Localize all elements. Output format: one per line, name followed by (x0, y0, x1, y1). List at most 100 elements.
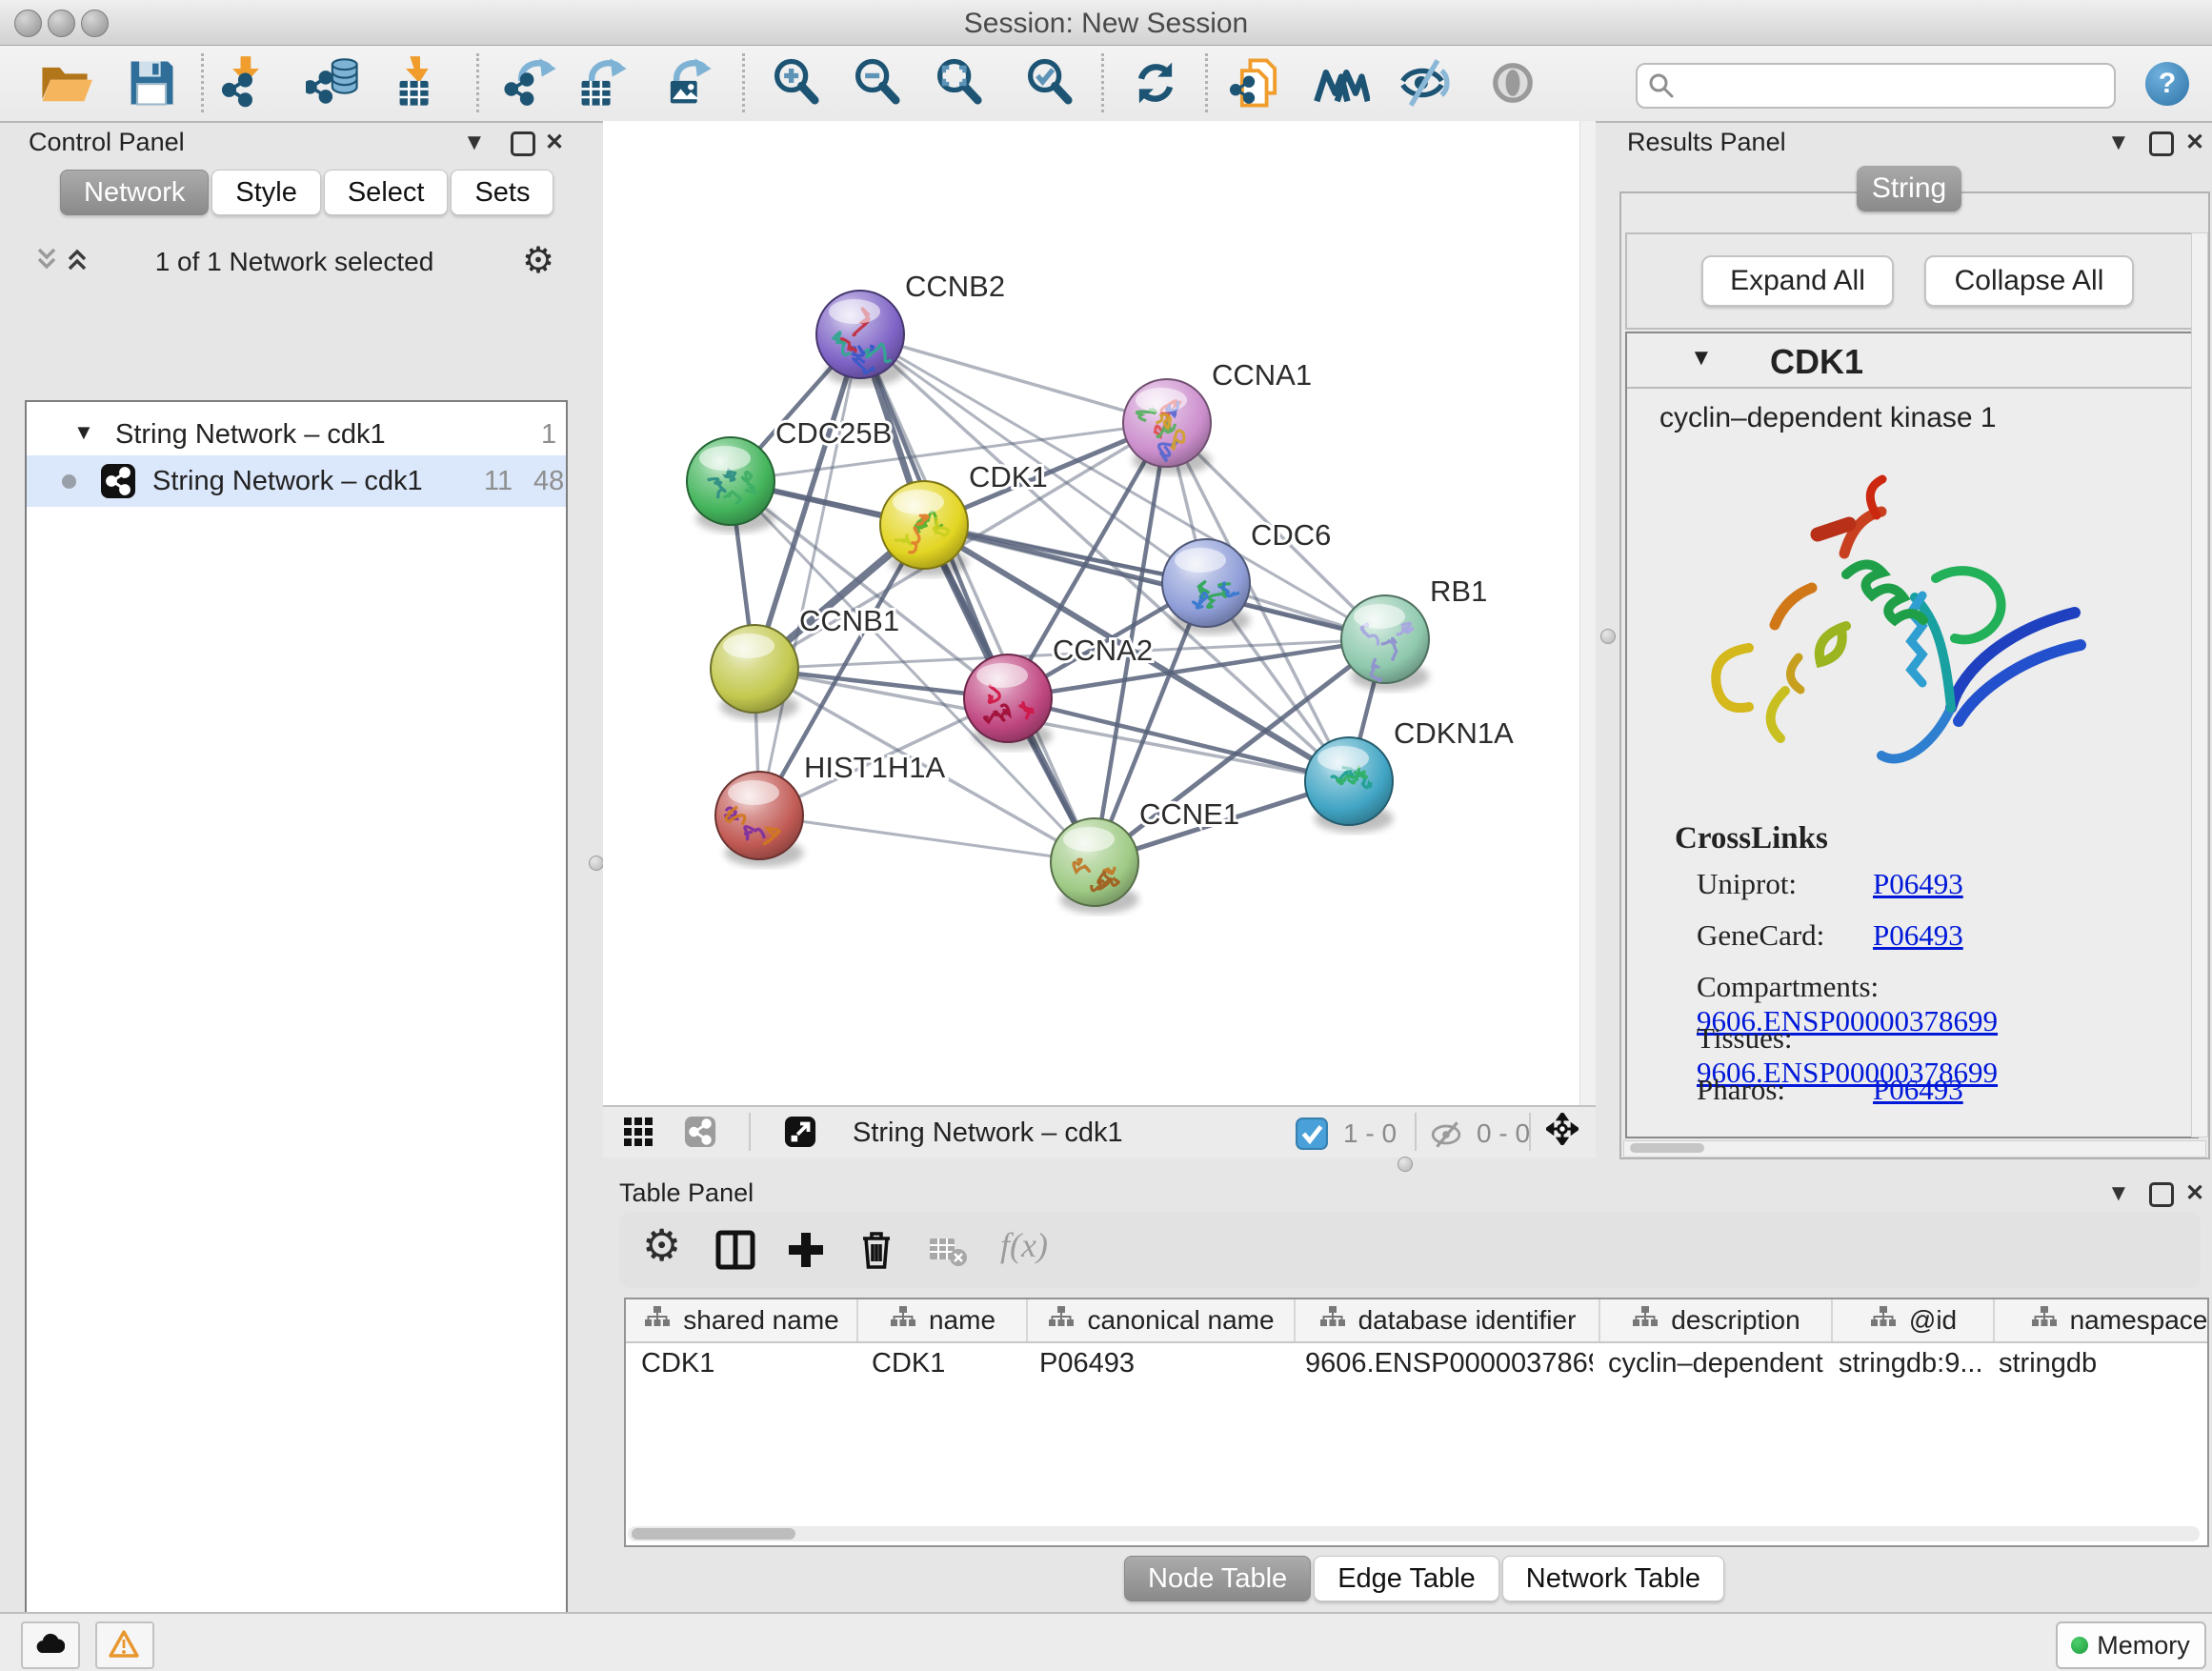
crosslink-row: Pharos:P06493 (1697, 1073, 2173, 1124)
column-header-canonical-name[interactable]: canonical name (1028, 1299, 1296, 1341)
hide-selected-button[interactable] (1395, 54, 1452, 111)
scrollbar-thumb[interactable] (632, 1528, 795, 1540)
column-type-icon (1318, 1305, 1347, 1337)
tab-sets[interactable]: Sets (451, 170, 553, 215)
column-header-id[interactable]: @id (1833, 1299, 1995, 1341)
network-collection-row[interactable]: ▼ String Network – cdk1 1 (27, 413, 566, 455)
results-panel-float-icon[interactable] (2149, 131, 2174, 156)
export-network-button[interactable] (503, 54, 560, 111)
results-panel-collapse-icon[interactable]: ▼ (2107, 130, 2130, 156)
new-network-from-selection-button[interactable] (1230, 54, 1287, 111)
protein-card-header[interactable]: ▼ CDK1 (1627, 333, 2197, 389)
export-image-button[interactable] (658, 54, 715, 111)
table-panel-close-icon[interactable]: ✕ (2185, 1179, 2204, 1207)
zoom-out-button[interactable] (849, 54, 906, 111)
column-header-shared-name[interactable]: shared name (626, 1299, 858, 1341)
tab-edge-table[interactable]: Edge Table (1314, 1556, 1499, 1601)
control-panel-close-icon[interactable]: ✕ (545, 129, 564, 156)
cloud-button[interactable] (21, 1621, 80, 1669)
tab-network[interactable]: Network (60, 170, 209, 215)
network-options-gear-icon[interactable]: ⚙ (522, 239, 554, 282)
network-node-CDKN1A[interactable]: CDKN1A (1305, 716, 1514, 833)
column-header-label: canonical name (1087, 1305, 1274, 1336)
splitter-handle[interactable] (589, 856, 604, 871)
search-input[interactable] (1683, 68, 2106, 102)
memory-button[interactable]: Memory (2056, 1621, 2206, 1669)
node-label-CCNA2: CCNA2 (1053, 634, 1153, 667)
tab-network-table[interactable]: Network Table (1502, 1556, 1724, 1601)
crosslink-value-link[interactable]: P06493 (1873, 918, 1963, 952)
crosslink-value-link[interactable]: P06493 (1873, 867, 1963, 900)
column-header-database-identifier[interactable]: database identifier (1296, 1299, 1600, 1341)
control-panel: Control Panel ▼ ✕ NetworkStyleSelectSets… (0, 121, 589, 1612)
warnings-button[interactable] (95, 1621, 154, 1669)
table-panel-collapse-icon[interactable]: ▼ (2107, 1180, 2130, 1207)
horizontal-splitter[interactable] (603, 1156, 1596, 1172)
results-panel-close-icon[interactable]: ✕ (2185, 129, 2204, 156)
zoom-fit-button[interactable] (931, 54, 988, 111)
network-node-CCNA1[interactable]: CCNA1 (1123, 358, 1312, 474)
vertical-splitter-left[interactable] (589, 121, 603, 1612)
table-options-gear-icon[interactable]: ⚙ (642, 1219, 681, 1271)
first-neighbors-button[interactable] (1313, 54, 1370, 111)
tree-expanded-icon[interactable]: ▼ (73, 412, 94, 453)
control-panel-tabs: NetworkStyleSelectSets (60, 170, 556, 215)
network-edge-CCNB2-HIST1H1A[interactable] (759, 334, 860, 815)
network-edge-CCNE1-HIST1H1A[interactable] (759, 815, 1095, 862)
network-canvas[interactable]: CCNB2CCNA1CDC25BCDK1CDC6RB1CCNB1CCNA2CDK… (603, 121, 1596, 1105)
open-session-button[interactable] (36, 54, 93, 111)
crosslink-value-link[interactable]: P06493 (1873, 1073, 1963, 1106)
network-node-CCNE1[interactable]: CCNE1 (1051, 797, 1239, 914)
column-header-label: namespace (2070, 1305, 2208, 1336)
zoom-in-button[interactable] (768, 54, 825, 111)
scrollbar-thumb[interactable] (1630, 1143, 1704, 1153)
help-button[interactable]: ? (2145, 62, 2189, 106)
column-header-name[interactable]: name (858, 1299, 1028, 1341)
apply-layout-button[interactable] (1127, 54, 1184, 111)
show-all-button[interactable] (1484, 54, 1541, 111)
zoom-selected-button[interactable] (1021, 54, 1078, 111)
pan-crosshair-icon[interactable] (1546, 1113, 1584, 1151)
tab-node-table[interactable]: Node Table (1124, 1556, 1311, 1601)
column-header-label: database identifier (1358, 1305, 1577, 1336)
save-session-button[interactable] (123, 54, 180, 111)
column-header-description[interactable]: description (1600, 1299, 1833, 1341)
network-vertical-scrollbar[interactable] (1579, 121, 1596, 1105)
splitter-handle[interactable] (1398, 1157, 1413, 1172)
column-header-namespace[interactable]: namespace (1995, 1299, 2209, 1341)
import-network-file-button[interactable] (218, 54, 275, 111)
selected-checkbox-icon[interactable] (1296, 1117, 1328, 1150)
results-vertical-scrollbar[interactable] (2191, 232, 2208, 1137)
column-header-label: name (929, 1305, 995, 1336)
delete-column-trash-icon[interactable] (854, 1227, 899, 1273)
table-horizontal-scrollbar[interactable] (628, 1526, 2200, 1541)
control-panel-collapse-icon[interactable]: ▼ (463, 130, 486, 156)
expand-all-button[interactable]: Expand All (1701, 255, 1894, 307)
vertical-splitter-right[interactable] (1596, 121, 1619, 1172)
splitter-handle[interactable] (1600, 629, 1616, 644)
birds-eye-view-icon[interactable] (622, 1116, 654, 1148)
tab-string[interactable]: String (1857, 166, 1961, 211)
show-columns-icon[interactable] (713, 1227, 758, 1273)
network-node-RB1[interactable]: RB1 (1341, 574, 1487, 691)
table-panel-float-icon[interactable] (2149, 1182, 2174, 1207)
control-panel-float-icon[interactable] (511, 131, 535, 156)
network-node-HIST1H1A[interactable]: HIST1H1A (715, 751, 945, 867)
table-tabs: Node TableEdge TableNetwork Table (1124, 1556, 1727, 1601)
string-style-icon[interactable] (684, 1116, 716, 1148)
tab-select[interactable]: Select (324, 170, 449, 215)
import-network-database-button[interactable] (306, 54, 363, 111)
open-in-new-window-icon[interactable] (784, 1116, 816, 1148)
network-node-CDC6[interactable]: CDC6 (1162, 518, 1331, 634)
tab-style[interactable]: Style (211, 170, 320, 215)
network-row-label: String Network – cdk1 (152, 455, 423, 507)
create-column-plus-icon[interactable] (783, 1227, 829, 1273)
control-panel-title: Control Panel (29, 128, 185, 157)
collapse-all-button[interactable]: Collapse All (1924, 255, 2134, 307)
import-table-button[interactable] (392, 54, 449, 111)
export-table-button[interactable] (573, 54, 631, 111)
protein-collapse-icon[interactable]: ▼ (1690, 345, 1713, 372)
table-row[interactable]: CDK1CDK1P064939606.ENSP00000378699cyclin… (626, 1343, 2207, 1383)
network-row-selected[interactable]: String Network – cdk1 11 48 (27, 455, 566, 507)
results-horizontal-scrollbar[interactable] (1623, 1140, 2206, 1158)
